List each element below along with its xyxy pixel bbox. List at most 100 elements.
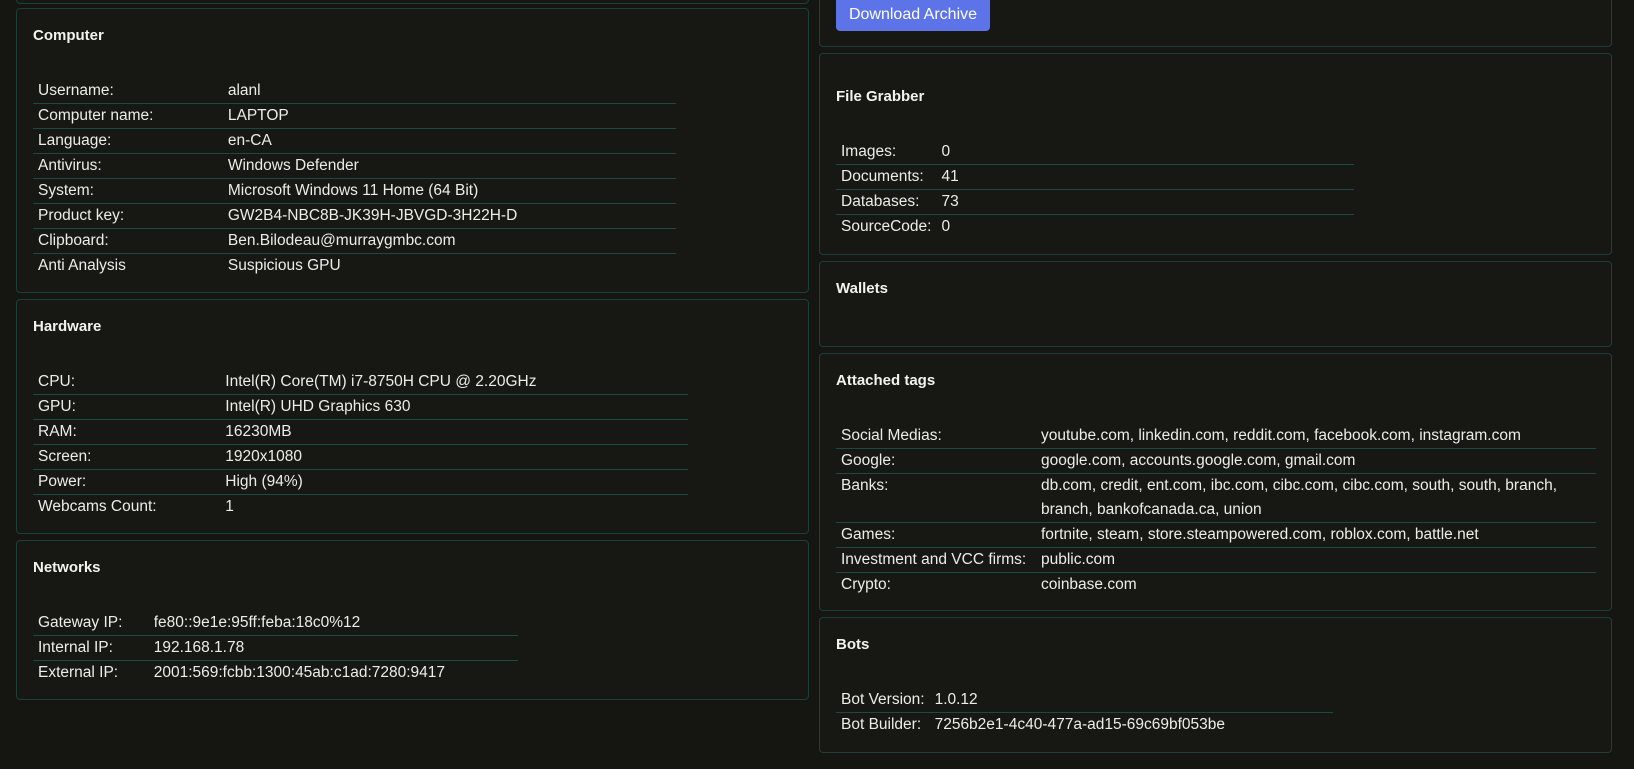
row-label: Antivirus: <box>33 153 223 179</box>
row-value: Intel(R) UHD Graphics 630 <box>220 394 688 420</box>
row-value: db.com, credit, ent.com, ibc.com, cibc.c… <box>1036 473 1596 523</box>
table-row: Gateway IP: fe80::9e1e:95ff:feba:18c0%12 <box>33 611 518 636</box>
row-value: 73 <box>936 189 1354 215</box>
row-label: Screen: <box>33 444 221 470</box>
row-label: External IP: <box>33 660 149 685</box>
table-row: Bot Builder: 7256b2e1-4c40-477a-ad15-69c6… <box>836 712 1333 737</box>
row-label: Investment and VCC firms: <box>836 547 1036 573</box>
wallets-title: Wallets <box>836 280 888 297</box>
table-row: Power: High (94%) <box>33 469 688 495</box>
download-archive-button[interactable]: Download Archive <box>836 0 990 31</box>
row-label: Images: <box>841 143 897 160</box>
row-value: 1.0.12 <box>934 691 978 708</box>
row-label: RAM: <box>33 419 221 445</box>
row-label: CPU: <box>38 373 76 390</box>
hardware-title: Hardware <box>33 318 102 335</box>
row-label: Banks: <box>836 473 1036 523</box>
table-row: Antivirus: Windows Defender <box>33 153 676 179</box>
wallets-card: Wallets <box>819 261 1612 347</box>
networks-card: Networks Gateway IP: fe80::9e1e:95ff:feba… <box>16 540 809 700</box>
row-value: Intel(R) Core(TM) i7-8750H CPU @ 2.20GHz <box>225 373 537 390</box>
row-value: en-CA <box>222 128 676 154</box>
row-label: Games: <box>836 522 1036 548</box>
top-left-card-edge <box>16 0 809 4</box>
table-row: Google: google.com, accounts.google.com, … <box>836 448 1596 474</box>
table-row: Investment and VCC firms: public.com <box>836 547 1596 573</box>
table-row: Computer name: LAPTOP <box>33 103 676 129</box>
row-label: System: <box>33 178 223 204</box>
row-value: GW2B4-NBC8B-JK39H-JBVGD-3H22H-D <box>222 203 676 229</box>
table-row: Social Medias: youtube.com, linkedin.com,… <box>836 424 1596 449</box>
bots-card: Bots Bot Version: 1.0.12 Bot Builder: 7256… <box>819 617 1612 753</box>
row-value: Ben.Bilodeau@murraygmbc.com <box>222 228 676 254</box>
attached-tags-card: Attached tags Social Medias: youtube.com,… <box>819 353 1612 611</box>
attached-tags-title: Attached tags <box>836 372 936 389</box>
table-row: CPU: Intel(R) Core(TM) i7-8750H CPU @ 2.2… <box>33 370 688 395</box>
table-row: Language: en-CA <box>33 128 676 154</box>
attached-tags-table: Social Medias: youtube.com, linkedin.com,… <box>836 424 1596 597</box>
table-row: Bot Version: 1.0.12 <box>836 688 1333 713</box>
row-value: 1920x1080 <box>220 444 688 470</box>
row-value: Microsoft Windows 11 Home (64 Bit) <box>222 178 676 204</box>
row-label: Power: <box>33 469 221 495</box>
row-label: Webcams Count: <box>33 494 221 519</box>
table-row: Anti Analysis Suspicious GPU <box>33 253 676 278</box>
networks-title: Networks <box>33 559 101 576</box>
row-value: google.com, accounts.google.com, gmail.c… <box>1036 448 1596 474</box>
row-label: Databases: <box>836 189 937 215</box>
row-label: Gateway IP: <box>38 614 123 631</box>
row-label: Clipboard: <box>33 228 223 254</box>
hardware-card: Hardware CPU: Intel(R) Core(TM) i7-8750H … <box>16 299 809 534</box>
file-grabber-table: Images: 0 Documents: 41 Databases: 73 Sourc… <box>836 140 1354 239</box>
row-value: alanl <box>227 82 261 99</box>
row-label: Product key: <box>33 203 223 229</box>
table-row: System: Microsoft Windows 11 Home (64 Bit… <box>33 178 676 204</box>
row-label: Crypto: <box>836 572 1036 597</box>
table-row: RAM: 16230MB <box>33 419 688 445</box>
row-value: High (94%) <box>220 469 688 495</box>
row-value: fortnite, steam, store.steampowered.com,… <box>1036 522 1596 548</box>
table-row: Webcams Count: 1 <box>33 494 688 519</box>
row-value: 7256b2e1-4c40-477a-ad15-69c69bf053be <box>929 712 1333 737</box>
bots-title: Bots <box>836 636 870 653</box>
table-row: SourceCode: 0 <box>836 214 1354 239</box>
row-label: Language: <box>33 128 223 154</box>
table-row: Crypto: coinbase.com <box>836 572 1596 597</box>
table-row: Internal IP: 192.168.1.78 <box>33 635 518 661</box>
row-label: Internal IP: <box>33 635 149 661</box>
row-label: Username: <box>38 82 114 99</box>
table-row: Screen: 1920x1080 <box>33 444 688 470</box>
row-value: coinbase.com <box>1036 572 1596 597</box>
table-row: Documents: 41 <box>836 164 1354 190</box>
table-row: Games: fortnite, steam, store.steampowere… <box>836 522 1596 548</box>
row-value: 41 <box>936 164 1354 190</box>
row-value: Suspicious GPU <box>222 253 676 278</box>
row-label: Anti Analysis <box>33 253 223 278</box>
row-value: fe80::9e1e:95ff:feba:18c0%12 <box>153 614 361 631</box>
row-label: GPU: <box>33 394 221 420</box>
computer-table: Username: alanl Computer name: LAPTOP Lang… <box>33 79 676 278</box>
networks-table: Gateway IP: fe80::9e1e:95ff:feba:18c0%12 … <box>33 611 518 685</box>
row-value: 0 <box>936 214 1354 239</box>
row-label: Google: <box>836 448 1036 474</box>
hardware-table: CPU: Intel(R) Core(TM) i7-8750H CPU @ 2.2… <box>33 370 688 519</box>
table-row: Databases: 73 <box>836 189 1354 215</box>
file-grabber-card: File Grabber Images: 0 Documents: 41 Datab… <box>819 53 1612 255</box>
row-value: public.com <box>1036 547 1596 573</box>
row-label: Social Medias: <box>841 427 942 444</box>
row-value: Windows Defender <box>222 153 676 179</box>
row-value: 1 <box>220 494 688 519</box>
row-label: Computer name: <box>33 103 223 129</box>
table-row: Username: alanl <box>33 79 676 104</box>
row-value: 2001:569:fcbb:1300:45ab:c1ad:7280:9417 <box>148 660 518 685</box>
computer-card: Computer Username: alanl Computer name: LA… <box>16 8 809 293</box>
row-value: 0 <box>941 143 951 160</box>
row-value: youtube.com, linkedin.com, reddit.com, f… <box>1041 427 1521 444</box>
table-row: Product key: GW2B4-NBC8B-JK39H-JBVGD-3H22… <box>33 203 676 229</box>
file-grabber-title: File Grabber <box>836 88 925 105</box>
table-row: Clipboard: Ben.Bilodeau@murraygmbc.com <box>33 228 676 254</box>
row-label: Bot Version: <box>841 691 925 708</box>
row-value: 16230MB <box>220 419 688 445</box>
bots-table: Bot Version: 1.0.12 Bot Builder: 7256b2e1-… <box>836 688 1333 737</box>
computer-title: Computer <box>33 27 104 44</box>
